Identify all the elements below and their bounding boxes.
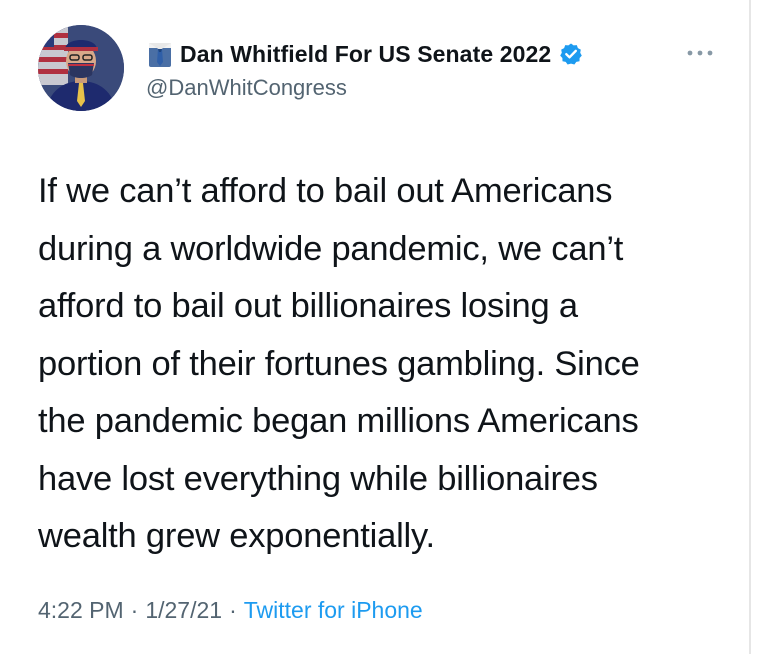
right-divider [749,0,751,654]
tweet-source-link[interactable]: Twitter for iPhone [244,597,423,624]
tweet-text: If we can’t afford to bail out Americans… [38,172,640,555]
verified-badge-icon [559,42,583,66]
more-options-button[interactable] [682,38,718,68]
tweet-meta: 4:22 PM · 1/27/21 · Twitter for iPhone [38,597,423,624]
tweet-time[interactable]: 4:22 PM [38,597,124,624]
author-display-name[interactable]: Dan Whitfield For US Senate 2022 [180,41,551,68]
avatar[interactable] [38,25,124,111]
tweet-date[interactable]: 1/27/21 [145,597,222,624]
necktie-icon [146,40,174,68]
more-dots-icon [687,50,713,56]
author-handle[interactable]: @DanWhitCongress [146,75,347,101]
meta-separator: · [229,597,237,623]
author-name-row[interactable]: Dan Whitfield For US Senate 2022 [146,37,583,71]
avatar-photo [38,25,124,111]
meta-separator: · [130,597,139,623]
